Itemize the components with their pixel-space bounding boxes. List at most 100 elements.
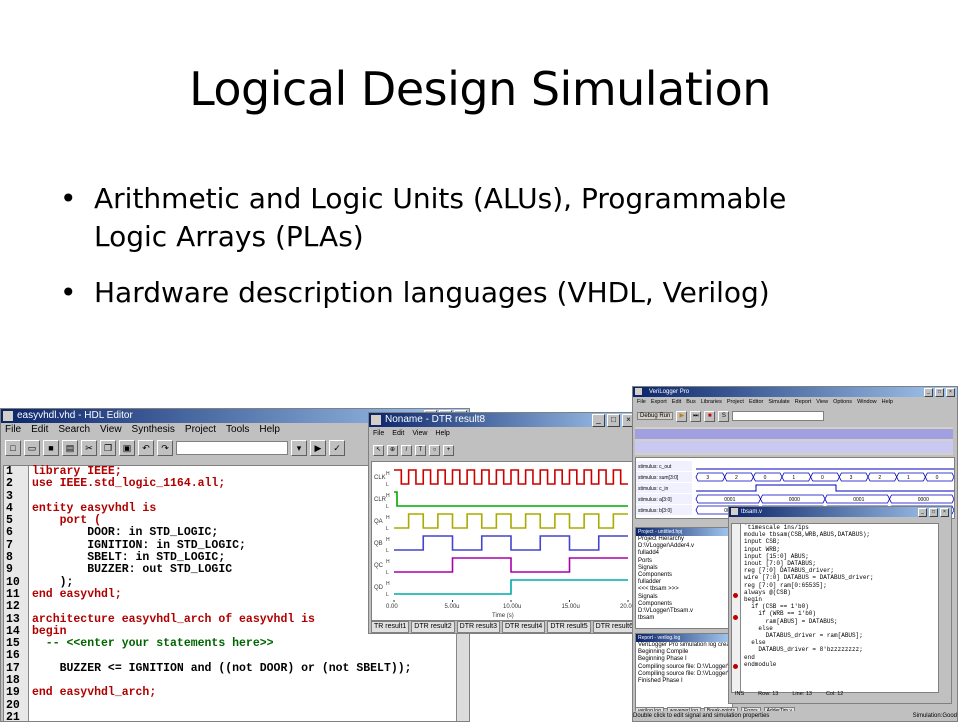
menu-item[interactable]: View bbox=[412, 427, 427, 441]
hdl-combo[interactable] bbox=[176, 441, 288, 455]
waveform-plot[interactable]: CLK H L CLR H L QA H L QB H L QC H L QD H L 0.00 5.00u 10.00… bbox=[371, 461, 636, 621]
code-text: begin bbox=[32, 624, 67, 638]
result-tab[interactable]: DTR result2 bbox=[411, 621, 455, 633]
result-tab[interactable]: DTR result3 bbox=[456, 621, 500, 633]
signal-label: QB bbox=[374, 541, 383, 547]
code-line: module tbsam(CSB,WRB,ABUS,DATABUS); bbox=[744, 531, 871, 539]
menu-item[interactable]: Edit bbox=[392, 427, 404, 441]
step-icon[interactable]: ⏭ bbox=[690, 410, 702, 422]
menu-item[interactable]: Search bbox=[58, 423, 90, 437]
menu-item[interactable]: File bbox=[637, 397, 646, 407]
text-icon[interactable]: T bbox=[415, 444, 426, 456]
close-button[interactable]: × bbox=[940, 508, 949, 517]
stop-icon[interactable]: ■ bbox=[704, 410, 716, 422]
project-tree-item[interactable]: Ports bbox=[636, 558, 732, 565]
paste-icon[interactable]: ▣ bbox=[119, 440, 135, 456]
new-file-icon[interactable]: □ bbox=[5, 440, 21, 456]
bus-segment bbox=[924, 472, 955, 482]
project-tree-item[interactable]: Signals bbox=[636, 594, 732, 601]
menu-item[interactable]: Help bbox=[435, 427, 449, 441]
verilogger-titlebar[interactable]: VeriLogger Pro _ □ × bbox=[633, 387, 957, 397]
maximize-button[interactable]: □ bbox=[607, 414, 620, 427]
check-icon[interactable]: ✓ bbox=[329, 440, 345, 456]
debug-run-button[interactable]: Debug Run bbox=[637, 412, 674, 420]
project-tree-item[interactable]: D:\VLogger\Tbsam.v bbox=[636, 608, 732, 615]
app-icon bbox=[3, 411, 13, 421]
dropdown-arrow-icon[interactable]: ▾ bbox=[291, 440, 307, 456]
menu-item[interactable]: File bbox=[373, 427, 384, 441]
menu-item[interactable]: Edit bbox=[672, 397, 681, 407]
project-tree-item[interactable]: <<< tbsam >>> bbox=[636, 586, 732, 593]
breakpoint-icon[interactable] bbox=[733, 593, 738, 598]
zoom-icon[interactable]: ⊕ bbox=[387, 444, 398, 456]
waveform-trace bbox=[394, 535, 628, 551]
menu-item[interactable]: View bbox=[816, 397, 828, 407]
menu-item[interactable]: Libraries bbox=[701, 397, 722, 407]
menu-item[interactable]: Report bbox=[795, 397, 812, 407]
close-button[interactable]: × bbox=[946, 388, 955, 397]
menu-item[interactable]: Window bbox=[857, 397, 877, 407]
circle-icon[interactable]: ○ bbox=[429, 444, 440, 456]
menu-item[interactable]: File bbox=[5, 423, 21, 437]
project-tree-item[interactable]: fulladder bbox=[636, 579, 732, 586]
result-tab[interactable]: TR result1 bbox=[371, 621, 410, 633]
menu-item[interactable]: Help bbox=[259, 423, 280, 437]
cut-icon[interactable]: ✂ bbox=[81, 440, 97, 456]
report-pane[interactable]: Report - verilog.log VeriLogger Pro simu… bbox=[635, 633, 747, 709]
menu-item[interactable]: Tools bbox=[226, 423, 249, 437]
line-icon[interactable]: / bbox=[401, 444, 412, 456]
copy-icon[interactable]: ❐ bbox=[100, 440, 116, 456]
project-tree-item[interactable]: Signals bbox=[636, 565, 732, 572]
code-line: if (CSB == 1'b0) bbox=[744, 603, 809, 611]
compile-icon[interactable]: ▶ bbox=[310, 440, 326, 456]
menu-item[interactable]: Edit bbox=[31, 423, 48, 437]
pointer-icon[interactable]: ↖ bbox=[373, 444, 384, 456]
menu-item[interactable]: Bus bbox=[686, 397, 695, 407]
menu-item[interactable]: View bbox=[100, 423, 122, 437]
result-tab[interactable]: DTR result5 bbox=[547, 621, 591, 633]
result-tab[interactable]: DTR result4 bbox=[501, 621, 546, 633]
code-text: IGNITION: in STD_LOGIC; bbox=[32, 538, 246, 552]
report-line: Compiling source file: D:\VLogger\Add bbox=[638, 663, 740, 670]
dtr-titlebar[interactable]: Noname - DTR result8 _ □ × bbox=[369, 413, 637, 427]
tbsam-titlebar[interactable]: tbsam.v _ □ × bbox=[729, 507, 951, 517]
code-text: SBELT: in STD_LOGIC; bbox=[32, 551, 226, 565]
menu-item[interactable]: Editor bbox=[749, 397, 763, 407]
project-tree-item[interactable]: Components bbox=[636, 601, 732, 608]
waveform-trace bbox=[394, 513, 628, 529]
menu-item[interactable]: Simulate bbox=[768, 397, 789, 407]
project-tree-item[interactable]: fulladd4 bbox=[636, 550, 732, 557]
breakpoint-icon[interactable] bbox=[733, 615, 738, 620]
result-tab[interactable]: DTR result6 bbox=[592, 621, 633, 633]
settings-icon[interactable]: S bbox=[718, 410, 730, 422]
maximize-button[interactable]: □ bbox=[935, 388, 944, 397]
save-icon[interactable]: ■ bbox=[43, 440, 59, 456]
menu-item[interactable]: Synthesis bbox=[132, 423, 175, 437]
run-icon[interactable]: ▶ bbox=[676, 410, 688, 422]
code-text: end easyvhdl_arch; bbox=[32, 686, 157, 700]
project-tree-item[interactable]: tbsam bbox=[636, 615, 732, 622]
redo-icon[interactable]: ↷ bbox=[157, 440, 173, 456]
minimize-button[interactable]: _ bbox=[924, 388, 933, 397]
report-log: VeriLogger Pro simulation log created Beg… bbox=[636, 642, 747, 685]
minimize-button[interactable]: _ bbox=[592, 414, 605, 427]
menu-item[interactable]: Help bbox=[882, 397, 893, 407]
breakpoint-icon[interactable] bbox=[733, 664, 738, 669]
open-file-icon[interactable]: ▭ bbox=[24, 440, 40, 456]
print-icon[interactable]: ▤ bbox=[62, 440, 78, 456]
menu-item[interactable]: Project bbox=[727, 397, 744, 407]
project-tree-item[interactable]: Project Hierarchy bbox=[636, 536, 732, 543]
minimize-button[interactable]: _ bbox=[918, 508, 927, 517]
menu-item[interactable]: Options bbox=[833, 397, 852, 407]
menu-item[interactable]: Export bbox=[651, 397, 667, 407]
project-tree-item[interactable]: D:\VLogger\Adder4.v bbox=[636, 543, 732, 550]
project-tree-item[interactable]: Components bbox=[636, 572, 732, 579]
search-combo[interactable] bbox=[732, 411, 825, 421]
cursor-icon[interactable]: + bbox=[443, 444, 454, 456]
project-pane[interactable]: Project - untitled.hpj Project Hierarchy… bbox=[635, 527, 733, 629]
maximize-button[interactable]: □ bbox=[929, 508, 938, 517]
undo-icon[interactable]: ↶ bbox=[138, 440, 154, 456]
waveform-trace bbox=[394, 491, 628, 507]
tbsam-code-editor[interactable]: `timescale 1ns/1ps module tbsam(CSB,WRB,A… bbox=[731, 523, 939, 693]
menu-item[interactable]: Project bbox=[185, 423, 216, 437]
